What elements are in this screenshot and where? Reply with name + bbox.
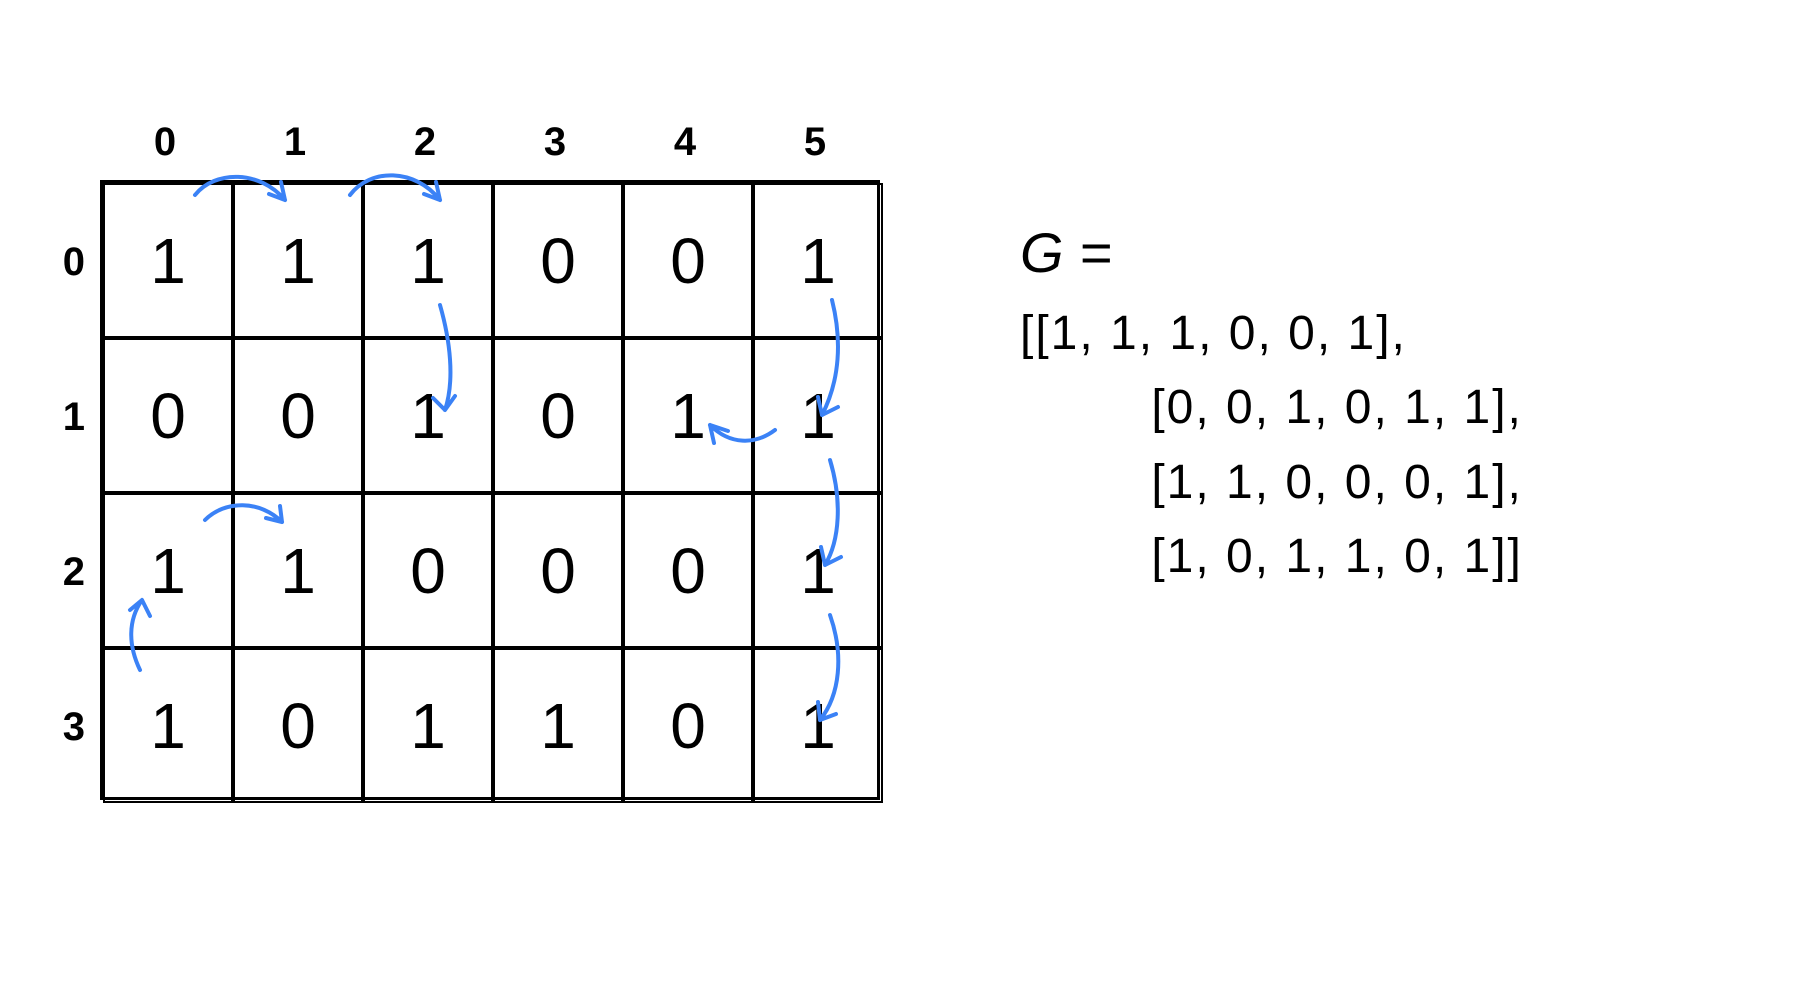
- col-header-3: 3: [490, 120, 620, 165]
- cell-1-2: 1: [363, 338, 493, 493]
- col-header-2: 2: [360, 120, 490, 165]
- matrix-row-3: [1, 0, 1, 1, 0, 1]]: [1020, 520, 1523, 594]
- cell-2-1: 1: [233, 493, 363, 648]
- row-header-3: 3: [45, 705, 85, 750]
- col-header-0: 0: [100, 120, 230, 165]
- cell-2-4: 0: [623, 493, 753, 648]
- cell-0-4: 0: [623, 183, 753, 338]
- col-header-4: 4: [620, 120, 750, 165]
- grid: 1 1 1 0 0 1 0 0 1 0 1 1 1 1 0 0 0 1 1 0 …: [100, 180, 880, 800]
- cell-3-4: 0: [623, 648, 753, 803]
- cell-1-5: 1: [753, 338, 883, 493]
- cell-2-0: 1: [103, 493, 233, 648]
- cell-1-0: 0: [103, 338, 233, 493]
- matrix-row-0: [[1, 1, 1, 0, 0, 1],: [1020, 297, 1523, 371]
- col-header-1: 1: [230, 120, 360, 165]
- matrix-definition: G = [[1, 1, 1, 0, 0, 1], [0, 0, 1, 0, 1,…: [1020, 210, 1523, 594]
- matrix-lhs: G =: [1020, 210, 1112, 297]
- row-header-1: 1: [45, 395, 85, 440]
- cell-2-2: 0: [363, 493, 493, 648]
- cell-3-0: 1: [103, 648, 233, 803]
- cell-1-4: 1: [623, 338, 753, 493]
- cell-0-2: 1: [363, 183, 493, 338]
- col-header-5: 5: [750, 120, 880, 165]
- cell-1-1: 0: [233, 338, 363, 493]
- diagram-stage: 0 1 2 3 4 5 0 1 2 3 1 1 1 0 0 1 0 0 1 0 …: [0, 0, 1811, 1000]
- cell-0-1: 1: [233, 183, 363, 338]
- cell-3-5: 1: [753, 648, 883, 803]
- cell-1-3: 0: [493, 338, 623, 493]
- cell-3-3: 1: [493, 648, 623, 803]
- cell-2-3: 0: [493, 493, 623, 648]
- row-header-0: 0: [45, 240, 85, 285]
- matrix-row-2: [1, 1, 0, 0, 0, 1],: [1020, 446, 1523, 520]
- row-header-2: 2: [45, 550, 85, 595]
- cell-3-2: 1: [363, 648, 493, 803]
- cell-3-1: 0: [233, 648, 363, 803]
- matrix-row-1: [0, 0, 1, 0, 1, 1],: [1020, 371, 1523, 445]
- cell-0-5: 1: [753, 183, 883, 338]
- cell-0-0: 1: [103, 183, 233, 338]
- cell-2-5: 1: [753, 493, 883, 648]
- cell-0-3: 0: [493, 183, 623, 338]
